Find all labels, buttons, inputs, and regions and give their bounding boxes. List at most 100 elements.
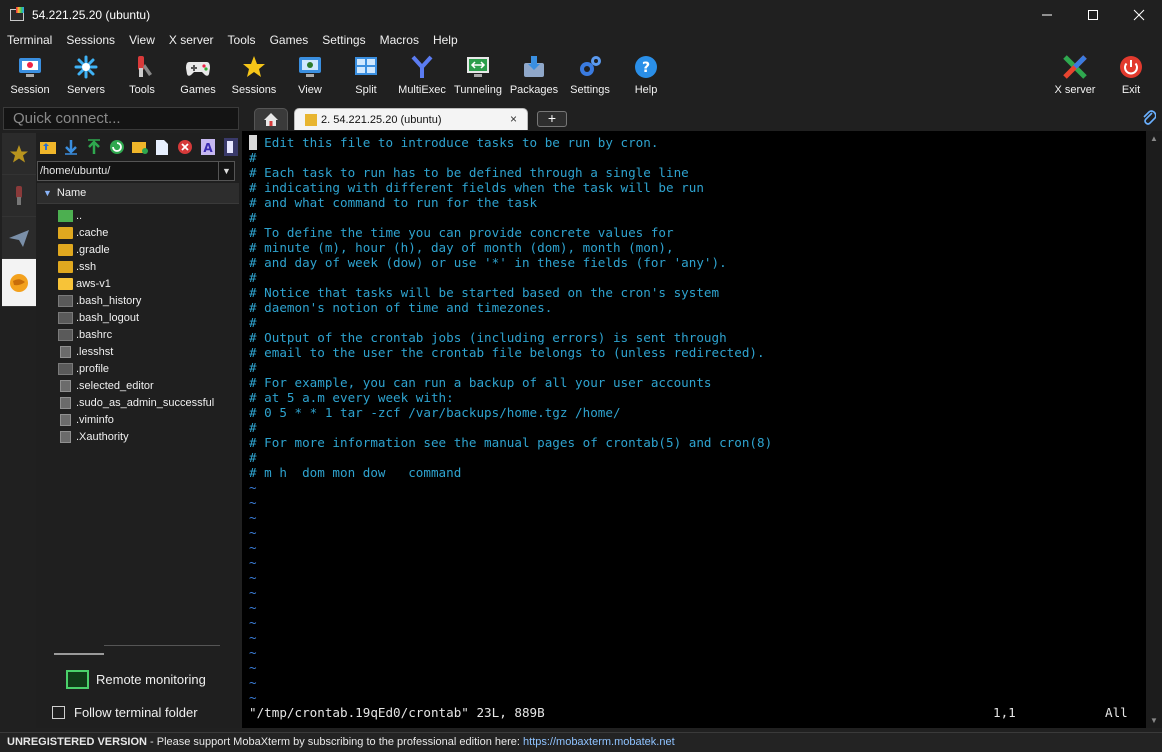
servers-button[interactable]: Servers (58, 52, 114, 100)
power-icon (1118, 54, 1144, 80)
terminal-empty-line: ~ (249, 555, 257, 570)
parent-folder-icon[interactable] (39, 138, 58, 157)
tab-macros[interactable] (2, 217, 36, 259)
file-row[interactable]: .bash_history (58, 292, 240, 309)
terminal-line: # Each task to run has to be defined thr… (249, 165, 689, 180)
settings-button[interactable]: Settings (562, 52, 618, 100)
terminal-view[interactable]: # Edit this file to introduce tasks to b… (242, 131, 1146, 728)
horizontal-scrollbar-thumb[interactable] (54, 653, 104, 655)
sftp-globe-icon (10, 273, 28, 292)
tab-sftp[interactable] (2, 259, 36, 307)
app-icon (9, 7, 25, 23)
games-button[interactable]: Games (170, 52, 226, 100)
sessions-button[interactable]: Sessions (226, 52, 282, 100)
menu-tools[interactable]: Tools (221, 33, 263, 47)
maximize-button[interactable] (1070, 0, 1116, 30)
file-row[interactable]: .profile (58, 360, 240, 377)
terminal-empty-line: ~ (249, 660, 257, 675)
tab-home[interactable] (254, 108, 288, 130)
menu-macros[interactable]: Macros (373, 33, 426, 47)
rename-icon[interactable]: A (198, 138, 217, 157)
tools-button[interactable]: Tools (114, 52, 170, 100)
download-icon[interactable] (62, 138, 81, 157)
split-button[interactable]: Split (338, 52, 394, 100)
session-button[interactable]: Session (2, 52, 58, 100)
refresh-icon[interactable] (107, 138, 126, 157)
exit-button[interactable]: Exit (1103, 52, 1159, 100)
menu-terminal[interactable]: Terminal (0, 33, 59, 47)
file-row[interactable]: .lesshst (58, 343, 240, 360)
file-row[interactable]: .bashrc (58, 326, 240, 343)
view-button[interactable]: View (282, 52, 338, 100)
file-row[interactable]: .gradle (58, 241, 240, 258)
help-button[interactable]: ? Help (618, 52, 674, 100)
close-button[interactable] (1116, 0, 1162, 30)
file-row[interactable]: .bash_logout (58, 309, 240, 326)
tools-icon (129, 54, 155, 80)
horizontal-scrollbar-track (104, 645, 220, 646)
monitor-icon (66, 669, 89, 689)
file-list-header-name[interactable]: ▼ Name (37, 183, 239, 204)
packages-icon (521, 54, 547, 80)
new-folder-icon[interactable] (130, 138, 149, 157)
terminal-line: # daemon's notion of time and timezones. (249, 300, 553, 315)
toolbar: Session Servers Tools Games Sessions Vie… (0, 50, 1162, 102)
terminal-empty-line: ~ (249, 570, 257, 585)
terminal-line: # (249, 450, 257, 465)
file-row[interactable]: .cache (58, 224, 240, 241)
file-list: .. .cache .gradle .ssh aws-v1 .bash_hist… (58, 207, 240, 445)
upload-icon[interactable] (85, 138, 104, 157)
tab-close-icon[interactable]: × (510, 112, 517, 126)
multiexec-icon (409, 54, 435, 80)
tab-terminal-active[interactable]: 2. 54.221.25.20 (ubuntu) × (294, 108, 528, 130)
folder-icon (58, 226, 73, 239)
file-row[interactable]: .Xauthority (58, 428, 240, 445)
new-file-icon[interactable] (153, 138, 172, 157)
terminal-line: # For more information see the manual pa… (249, 435, 773, 450)
minimize-button[interactable] (1024, 0, 1070, 30)
terminal-line: # indicating with different fields when … (249, 180, 704, 195)
tab-tools[interactable] (2, 175, 36, 217)
menu-help[interactable]: Help (426, 33, 465, 47)
open-terminal-icon[interactable] (221, 138, 240, 157)
paperclip-icon[interactable] (1142, 109, 1157, 130)
scroll-down-icon[interactable]: ▼ (1150, 716, 1158, 725)
file-row[interactable]: .selected_editor (58, 377, 240, 394)
menu-x-server[interactable]: X server (162, 33, 221, 47)
remote-monitoring-button[interactable]: Remote monitoring (66, 668, 206, 690)
file-row[interactable]: aws-v1 (58, 275, 240, 292)
terminal-line: # (249, 420, 257, 435)
follow-terminal-checkbox[interactable]: Follow terminal folder (52, 703, 198, 721)
terminal-scrollbar[interactable]: ▲ ▼ (1146, 131, 1162, 728)
packages-button[interactable]: Packages (506, 52, 562, 100)
text-file-icon (60, 413, 71, 426)
new-tab-button[interactable]: + (537, 111, 567, 127)
checkbox-box[interactable] (52, 705, 65, 719)
quick-connect-input[interactable]: Quick connect... (3, 107, 239, 130)
x-server-button[interactable]: X server (1047, 52, 1103, 100)
file-row-parent[interactable]: .. (58, 207, 240, 224)
menu-view[interactable]: View (122, 33, 162, 47)
chevron-down-icon[interactable]: ▼ (218, 162, 234, 180)
file-row[interactable]: .sudo_as_admin_successful (58, 394, 240, 411)
terminal-line: # (249, 150, 257, 165)
sftp-path-select[interactable]: /home/ubuntu/ ▼ (37, 161, 235, 181)
scroll-up-icon[interactable]: ▲ (1150, 134, 1158, 143)
file-row[interactable]: .ssh (58, 258, 240, 275)
multiexec-button[interactable]: MultiExec (394, 52, 450, 100)
terminal-empty-line: ~ (249, 675, 257, 690)
mobaxterm-link[interactable]: https://mobaxterm.mobatek.net (523, 736, 675, 748)
delete-icon[interactable] (176, 138, 195, 157)
menu-sessions[interactable]: Sessions (59, 33, 122, 47)
terminal-cursor (249, 135, 257, 150)
tunneling-button[interactable]: Tunneling (450, 52, 506, 100)
file-row[interactable]: .viminfo (58, 411, 240, 428)
terminal-empty-line: ~ (249, 540, 257, 555)
minimize-icon (1042, 14, 1052, 16)
terminal-line: # Output of the crontab jobs (including … (249, 330, 727, 345)
text-file-icon (60, 430, 71, 443)
send-icon (9, 229, 29, 247)
tab-sessions[interactable] (2, 133, 36, 175)
menu-games[interactable]: Games (263, 33, 316, 47)
menu-settings[interactable]: Settings (315, 33, 372, 47)
